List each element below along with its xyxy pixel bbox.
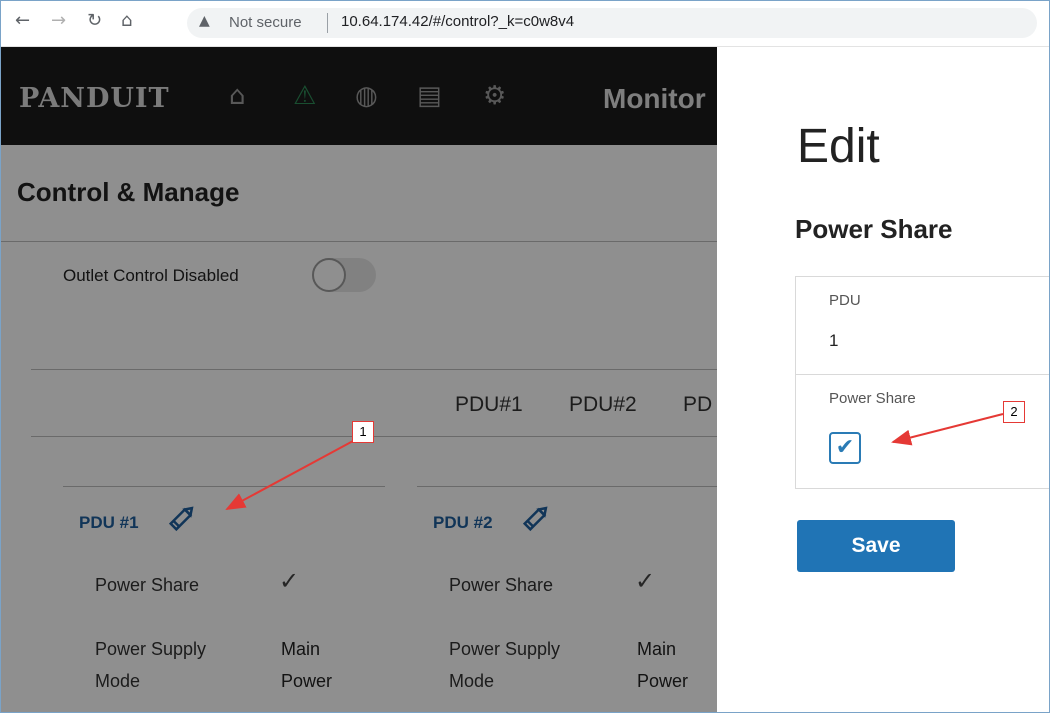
pdu-field-label: PDU [829, 292, 861, 309]
edit-subtitle: Power Share [795, 214, 953, 244]
edit-panel: Edit Power Share PDU 1 Power Share ✔ Sav… [717, 47, 1049, 712]
address-divider [327, 13, 328, 33]
not-secure-label[interactable]: Not secure [229, 14, 302, 31]
address-bar[interactable] [187, 8, 1037, 38]
modal-backdrop[interactable] [1, 47, 717, 712]
pdu-field-value: 1 [829, 331, 839, 350]
screenshot-frame: ← → ↻ ⌂ ▲ Not secure 10.64.174.42/#/cont… [0, 0, 1050, 713]
browser-toolbar: ← → ↻ ⌂ ▲ Not secure 10.64.174.42/#/cont… [1, 1, 1049, 47]
reload-icon[interactable]: ↻ [87, 10, 102, 31]
callout-2-marker: 2 [1003, 401, 1025, 423]
power-share-field-label: Power Share [829, 390, 916, 407]
form-divider [795, 374, 1049, 375]
save-button[interactable]: Save [797, 520, 955, 572]
home-icon[interactable]: ⌂ [121, 10, 132, 31]
forward-icon[interactable]: → [51, 10, 66, 31]
back-icon[interactable]: ← [15, 10, 30, 31]
power-share-checkbox[interactable]: ✔ [829, 432, 861, 464]
warning-icon[interactable]: ▲ [199, 13, 210, 29]
url-text[interactable]: 10.64.174.42/#/control?_k=c0w8v4 [341, 13, 574, 30]
callout-1-marker: 1 [352, 421, 374, 443]
edit-title: Edit [797, 120, 880, 173]
